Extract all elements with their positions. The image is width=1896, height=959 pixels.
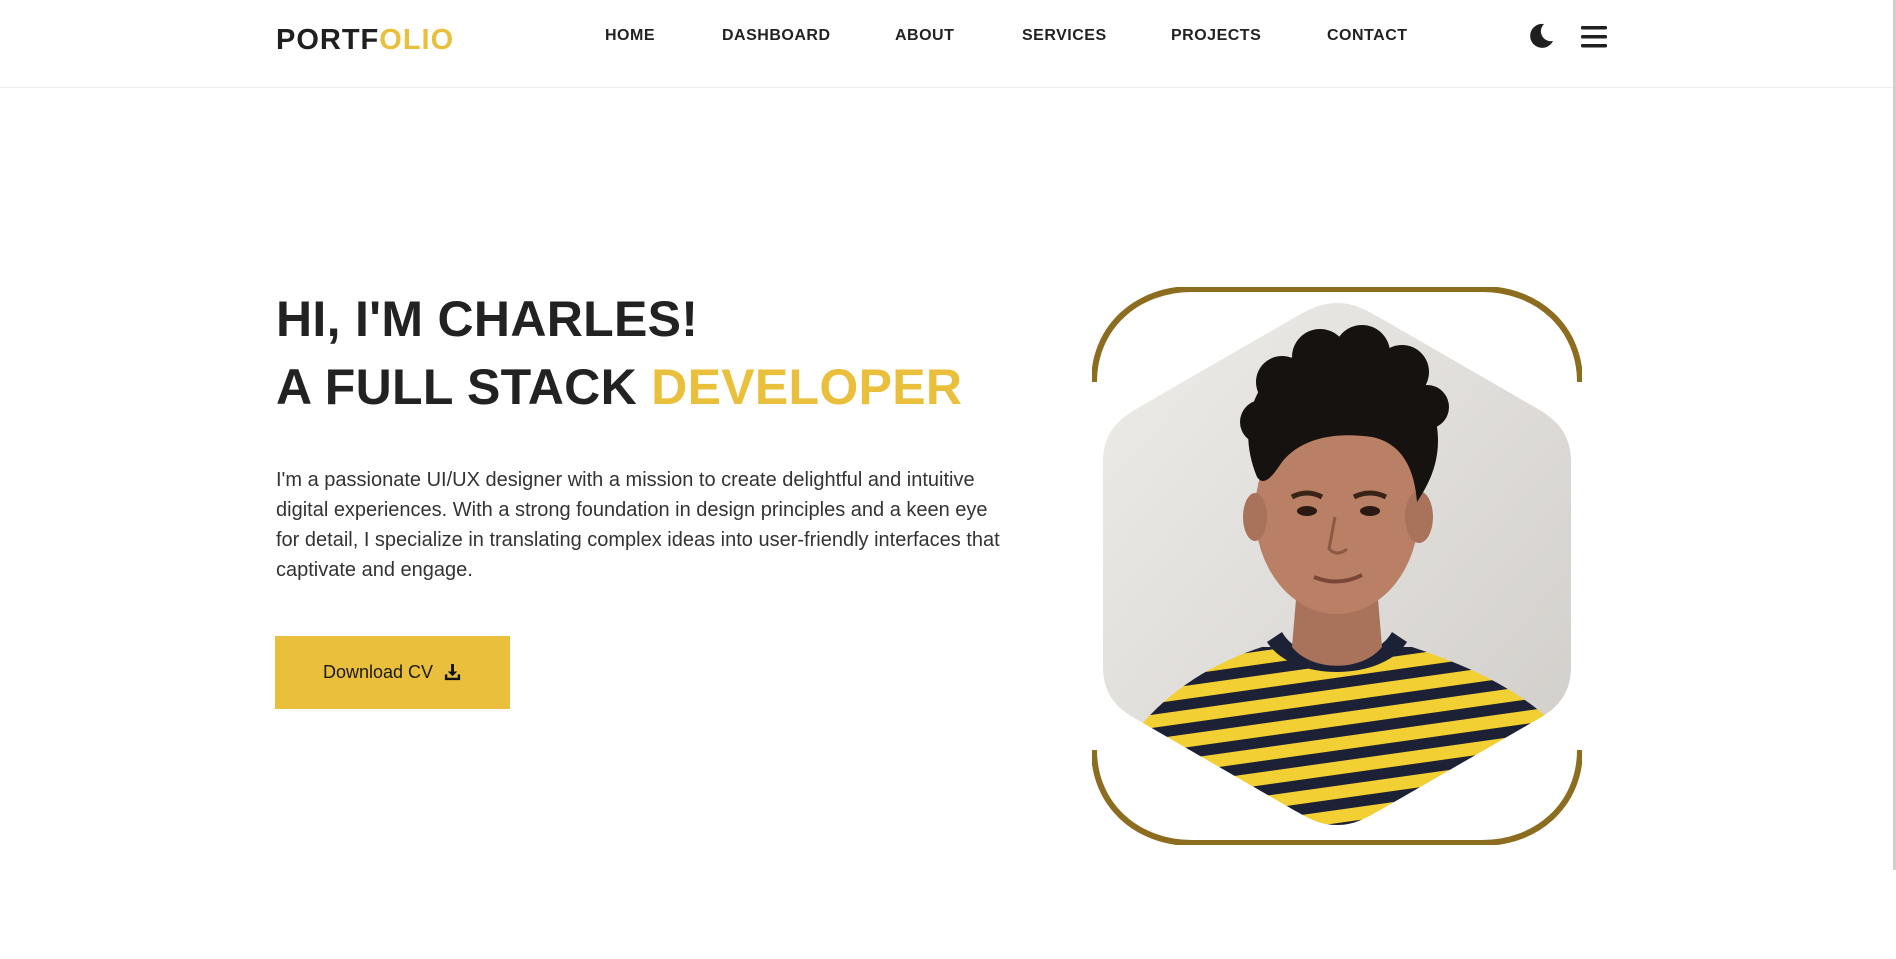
hero-title-prefix: A FULL STACK	[276, 359, 652, 415]
hero-description: I'm a passionate UI/UX designer with a m…	[276, 469, 1000, 581]
logo-accent-text: OLIO	[379, 24, 455, 56]
logo-text: PORTF	[276, 24, 380, 56]
navbar: PORTFOLIO HOME DASHBOARD ABOUT SERVICES …	[0, 6, 1896, 88]
hero-title-line2: A FULL STACK DEVELOPER	[276, 353, 962, 421]
nav-projects[interactable]: PROJECTS	[1171, 27, 1261, 45]
profile-photo-frame	[1091, 286, 1583, 846]
menu-icon[interactable]	[1580, 24, 1608, 50]
download-icon	[444, 663, 461, 681]
logo[interactable]: PORTFOLIO	[276, 24, 454, 57]
nav-home[interactable]: HOME	[605, 27, 655, 45]
hero-title-line1: HI, I'M CHARLES!	[276, 291, 699, 347]
moon-icon[interactable]	[1526, 21, 1556, 51]
profile-photo	[1091, 286, 1583, 846]
hero-title-accent: DEVELOPER	[651, 359, 963, 415]
download-cv-label: Download CV	[322, 662, 434, 682]
download-cv-button[interactable]: Download CV	[275, 636, 510, 709]
hero-title: HI, I'M CHARLES! A FULL STACK DEVELOPER	[276, 285, 962, 421]
nav-services[interactable]: SERVICES	[1022, 27, 1107, 45]
nav-dashboard[interactable]: DASHBOARD	[722, 27, 831, 45]
nav-about[interactable]: ABOUT	[895, 27, 954, 45]
nav-contact[interactable]: CONTACT	[1327, 27, 1408, 45]
